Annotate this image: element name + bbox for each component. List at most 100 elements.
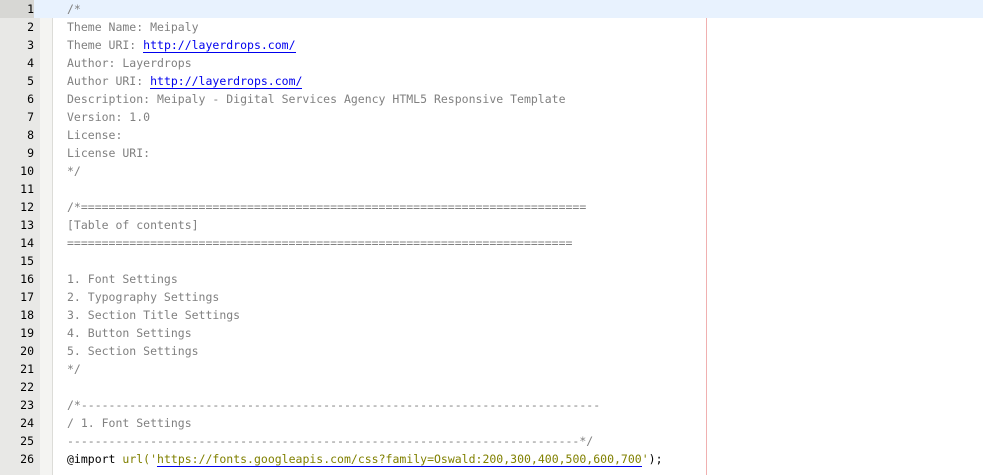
code-text[interactable]: Description: Meipaly - Digital Services … [67,90,566,108]
line-number: 25 [20,434,34,448]
code-text[interactable]: / 1. Font Settings [67,414,192,432]
code-line[interactable]: 10 */ [0,162,983,180]
line-number: 20 [20,344,34,358]
code-text[interactable]: */ [67,162,81,180]
line-number: 22 [20,380,34,394]
comment-text: Version: 1.0 [67,110,151,124]
code-line[interactable]: 8 License: [0,126,983,144]
code-line[interactable]: 22 [0,378,983,396]
comment-text: Author: Layerdrops [67,56,192,70]
code-text[interactable]: ========================================… [67,234,572,252]
code-text[interactable]: */ [67,360,81,378]
comment-text: License URI: [67,146,151,160]
code-line[interactable]: 23 /*------------------------------------… [0,396,983,414]
line-number: 12 [20,200,34,214]
line-number: 13 [20,218,34,232]
code-text[interactable]: 1. Font Settings [67,270,178,288]
code-line[interactable]: 26 @import url('https://fonts.googleapis.… [0,450,983,468]
comment-text: [Table of contents] [67,218,199,232]
code-text[interactable]: 3. Section Title Settings [67,306,240,324]
line-number: 9 [27,146,34,160]
closing-punctuation: ); [648,452,663,466]
comment-text: / 1. Font Settings [67,416,192,430]
code-text[interactable]: 2. Typography Settings [67,288,219,306]
import-url-link[interactable]: https://fonts.googleapis.com/css?family=… [157,452,642,467]
url-function: url( [122,452,151,466]
comment-url-link[interactable]: http://layerdrops.com/ [150,74,303,89]
line-number: 4 [27,56,34,70]
code-text[interactable]: /*--------------------------------------… [67,396,600,414]
comment-text: /* [67,2,81,16]
code-text[interactable]: ----------------------------------------… [67,432,593,450]
code-text[interactable]: Author: Layerdrops [67,54,192,72]
line-number: 15 [20,254,34,268]
code-text[interactable]: Theme Name: Meipaly [67,18,199,36]
code-text[interactable]: Version: 1.0 [67,108,150,126]
comment-text: License: [67,128,123,142]
line-number: 14 [20,236,34,250]
comment-text: */ [67,164,81,178]
comment-text: /*--------------------------------------… [67,398,601,412]
line-number: 17 [20,290,34,304]
code-text[interactable]: License URI: [67,144,150,162]
code-line[interactable]: 7 Version: 1.0 [0,108,983,126]
comment-text: 4. Button Settings [67,326,192,340]
line-number: 2 [27,20,34,34]
string-quote: ' [641,452,649,466]
code-text[interactable]: /*======================================… [67,198,586,216]
code-editor[interactable]: 1 /* 2 Theme Name: Meipaly 3 Theme URI: http:… [0,0,983,475]
code-line[interactable]: 6 Description: Meipaly - Digital Services… [0,90,983,108]
code-text[interactable]: 4. Button Settings [67,324,192,342]
line-number: 6 [27,92,34,106]
code-line[interactable]: 20 5. Section Settings [0,342,983,360]
code-line[interactable]: 24 / 1. Font Settings [0,414,983,432]
code-text[interactable]: [Table of contents] [67,216,199,234]
code-line[interactable]: 3 Theme URI: http://layerdrops.com/ [0,36,983,54]
code-text[interactable]: @import url('https://fonts.googleapis.co… [67,450,663,468]
code-line[interactable]: 13 [Table of contents] [0,216,983,234]
code-text[interactable]: Theme URI: http://layerdrops.com/ [67,36,296,54]
comment-text: Theme Name: Meipaly [67,20,199,34]
code-text[interactable]: /* [67,0,81,18]
comment-label: Author URI: [67,74,151,88]
code-line[interactable]: 12 /*====================================… [0,198,983,216]
code-text[interactable]: Author URI: http://layerdrops.com/ [67,72,303,90]
comment-text: 1. Font Settings [67,272,178,286]
line-number: 10 [20,164,34,178]
code-text[interactable]: 5. Section Settings [67,342,199,360]
comment-text: 5. Section Settings [67,344,199,358]
string-quote: ' [150,452,158,466]
line-number: 7 [27,110,34,124]
at-rule-keyword: @import [67,452,116,466]
code-line[interactable]: 9 License URI: [0,144,983,162]
comment-text: 3. Section Title Settings [67,308,241,322]
comment-url-link[interactable]: http://layerdrops.com/ [143,38,296,53]
code-line[interactable]: 21 */ [0,360,983,378]
code-line[interactable]: 5 Author URI: http://layerdrops.com/ [0,72,983,90]
code-line[interactable]: 11 [0,180,983,198]
code-text[interactable]: License: [67,126,122,144]
code-line[interactable]: 17 2. Typography Settings [0,288,983,306]
comment-text: /*======================================… [67,200,587,214]
comment-text: */ [67,362,81,376]
comment-text: ========================================… [67,236,573,250]
line-number: 23 [20,398,34,412]
code-line[interactable]: 1 /* [0,0,983,18]
line-number: 11 [20,182,34,196]
code-line[interactable]: 15 [0,252,983,270]
code-line[interactable]: 2 Theme Name: Meipaly [0,18,983,36]
code-line[interactable]: 18 3. Section Title Settings [0,306,983,324]
line-number: 5 [27,74,34,88]
code-line[interactable]: 25 --------------------------------------… [0,432,983,450]
line-number: 8 [27,128,34,142]
code-line[interactable]: 14 ======================================… [0,234,983,252]
code-line[interactable]: 19 4. Button Settings [0,324,983,342]
code-line[interactable]: 4 Author: Layerdrops [0,54,983,72]
comment-text: ----------------------------------------… [67,434,594,448]
line-number: 21 [20,362,34,376]
line-number: 1 [0,0,34,18]
line-number: 3 [27,38,34,52]
line-number: 19 [20,326,34,340]
code-line[interactable]: 16 1. Font Settings [0,270,983,288]
line-number: 18 [20,308,34,322]
